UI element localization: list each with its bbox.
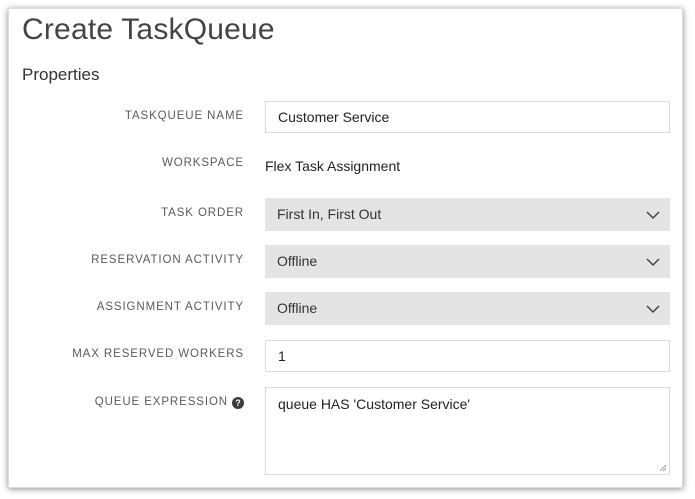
queue-expression-label: QUEUE EXPRESSION? — [95, 396, 244, 409]
max-reserved-workers-input[interactable]: 1 — [265, 340, 670, 372]
task-order-selected-value: First In, First Out — [277, 206, 382, 222]
reservation-activity-label: RESERVATION ACTIVITY — [91, 254, 244, 266]
chevron-down-icon — [646, 211, 660, 220]
assignment-activity-select[interactable]: Offline — [265, 292, 670, 325]
workspace-label: WORKSPACE — [161, 157, 244, 169]
reservation-activity-select[interactable]: Offline — [265, 245, 670, 278]
max-reserved-workers-label: MAX RESERVED WORKERS — [72, 348, 244, 360]
task-order-label: TASK ORDER — [161, 207, 244, 219]
workspace-value: Flex Task Assignment — [265, 158, 401, 174]
queue-expression-textarea[interactable]: queue HAS 'Customer Service' — [265, 387, 670, 475]
chevron-down-icon — [646, 305, 660, 314]
section-title: Properties — [22, 65, 100, 84]
task-order-select[interactable]: First In, First Out — [265, 198, 670, 231]
chevron-down-icon — [646, 258, 660, 267]
assignment-activity-selected-value: Offline — [277, 300, 318, 316]
assignment-activity-label: ASSIGNMENT ACTIVITY — [96, 301, 244, 313]
create-taskqueue-panel: Create TaskQueue Properties TASKQUEUE NA… — [8, 8, 683, 488]
taskqueue-name-input[interactable]: Customer Service — [265, 101, 670, 133]
queue-expression-label-text: QUEUE EXPRESSION — [94, 396, 228, 408]
resize-handle-icon[interactable] — [659, 464, 667, 472]
reservation-activity-selected-value: Offline — [277, 253, 318, 269]
taskqueue-name-label: TASKQUEUE NAME — [124, 110, 244, 122]
queue-expression-value: queue HAS 'Customer Service' — [278, 396, 471, 412]
question-circle-icon[interactable]: ? — [232, 397, 244, 409]
page-title: Create TaskQueue — [22, 13, 275, 46]
